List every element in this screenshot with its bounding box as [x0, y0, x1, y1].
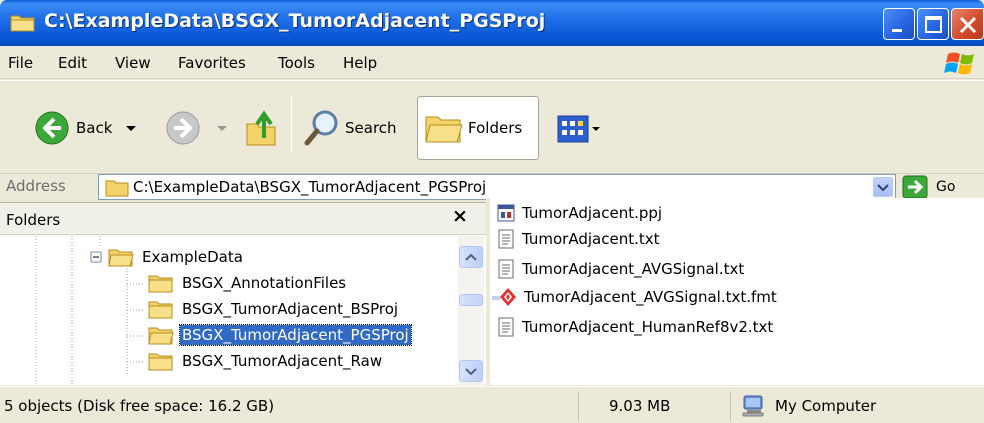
- folder-icon: [105, 180, 129, 197]
- folder-icon: [10, 15, 35, 32]
- menu-file[interactable]: File: [8, 54, 33, 72]
- file-name: TumorAdjacent_AVGSignal.txt: [522, 260, 745, 278]
- folders-pane-title: Folders: [6, 211, 61, 229]
- scroll-thumb[interactable]: [459, 294, 483, 306]
- folder-icon: [148, 275, 173, 293]
- folders-button[interactable]: Folders: [417, 96, 539, 160]
- chevron-down-icon: [465, 368, 477, 376]
- status-summary-cell: 5 objects (Disk free space: 16.2 GB): [0, 391, 576, 421]
- folder-tree: ExampleData BSGX_AnnotationFiles BSGX_Tu…: [0, 236, 458, 386]
- up-folder-icon: [246, 110, 276, 146]
- up-folder-button[interactable]: [244, 108, 280, 148]
- menu-edit[interactable]: Edit: [58, 54, 87, 72]
- status-summary: 5 objects (Disk free space: 16.2 GB): [4, 397, 275, 415]
- menu-tools[interactable]: Tools: [278, 54, 315, 72]
- status-size-cell: 9.03 MB: [578, 391, 728, 421]
- folder-open-icon: [148, 327, 174, 345]
- chevron-down-icon: [217, 126, 227, 131]
- tree-item-label: BSGX_TumorAdjacent_Raw: [182, 352, 383, 370]
- tree-item-bsproj[interactable]: BSGX_TumorAdjacent_BSProj: [148, 296, 400, 322]
- address-dropdown-button[interactable]: [873, 177, 893, 197]
- file-list: TumorAdjacent.ppj TumorAdjacent.txt Tumo…: [490, 198, 984, 385]
- minimize-button[interactable]: [883, 8, 915, 40]
- scroll-up-button[interactable]: [459, 246, 483, 268]
- close-icon: [959, 16, 977, 34]
- file-name: TumorAdjacent.ppj: [522, 204, 663, 222]
- file-name: TumorAdjacent.txt: [522, 230, 660, 248]
- tree-item-annotationfiles[interactable]: BSGX_AnnotationFiles: [148, 270, 348, 296]
- tree-item-label: ExampleData: [142, 248, 243, 266]
- go-label: Go: [936, 179, 956, 195]
- maximize-button[interactable]: [917, 8, 949, 40]
- address-bar: Address C:\ExampleData\BSGX_TumorAdjacen…: [0, 173, 984, 201]
- views-grid-icon: [557, 115, 589, 143]
- folder-icon: [425, 116, 463, 143]
- minimize-icon: [892, 29, 902, 32]
- go-button[interactable]: Go: [902, 175, 955, 199]
- address-label: Address: [6, 177, 66, 195]
- chevron-down-icon: [877, 184, 889, 192]
- tree-item-exampledata[interactable]: ExampleData: [108, 244, 245, 270]
- back-label: Back: [76, 119, 113, 137]
- status-zone: My Computer: [775, 397, 877, 415]
- file-item[interactable]: TumorAdjacent.ppj: [496, 200, 662, 226]
- fmt-file-icon: [492, 288, 516, 306]
- chevron-down-icon: [126, 126, 137, 131]
- file-item[interactable]: TumorAdjacent.txt: [496, 226, 660, 252]
- forward-button[interactable]: [165, 110, 229, 146]
- menu-bar: File Edit View Favorites Tools Help: [0, 46, 984, 79]
- file-name: TumorAdjacent_AVGSignal.txt.fmt: [524, 288, 777, 306]
- maximize-icon: [925, 16, 942, 33]
- my-computer-icon: [742, 395, 764, 417]
- tree-item-label: BSGX_AnnotationFiles: [182, 274, 347, 292]
- text-file-icon: [498, 317, 514, 337]
- folders-pane: Folders × ExampleData BSGX_AnnotationFil…: [0, 202, 486, 386]
- views-button[interactable]: [557, 114, 601, 144]
- address-input[interactable]: C:\ExampleData\BSGX_TumorAdjacent_PGSPro…: [98, 174, 896, 200]
- toolbar-separator: [291, 96, 292, 152]
- window-title: C:\ExampleData\BSGX_TumorAdjacent_PGSPro…: [44, 10, 546, 32]
- close-icon[interactable]: ×: [452, 205, 468, 227]
- tree-item-pgsproj[interactable]: BSGX_TumorAdjacent_PGSProj: [148, 322, 412, 348]
- status-bar: 5 objects (Disk free space: 16.2 GB) 9.0…: [0, 386, 984, 423]
- file-name: TumorAdjacent_HumanRef8v2.txt: [522, 318, 774, 336]
- folder-icon: [148, 353, 173, 371]
- folders-scrollbar[interactable]: [458, 236, 484, 386]
- folder-icon: [148, 301, 173, 319]
- chevron-up-icon: [465, 253, 477, 261]
- title-bar[interactable]: C:\ExampleData\BSGX_TumorAdjacent_PGSPro…: [0, 0, 984, 46]
- tree-item-raw[interactable]: BSGX_TumorAdjacent_Raw: [148, 348, 384, 374]
- windows-logo-icon: [944, 52, 974, 75]
- text-file-icon: [498, 259, 514, 279]
- go-arrow-icon: [902, 175, 928, 199]
- tree-item-label: BSGX_TumorAdjacent_PGSProj: [179, 324, 412, 346]
- text-file-icon: [498, 229, 514, 249]
- ppj-file-icon: [497, 204, 515, 222]
- folders-pane-header: Folders ×: [0, 203, 486, 235]
- folder-open-icon: [108, 249, 134, 267]
- menu-view[interactable]: View: [115, 54, 151, 72]
- menu-help[interactable]: Help: [343, 54, 377, 72]
- search-button[interactable]: Search: [303, 108, 397, 148]
- back-button[interactable]: Back: [34, 110, 138, 146]
- scroll-down-button[interactable]: [459, 360, 483, 382]
- tree-item-label: BSGX_TumorAdjacent_BSProj: [182, 300, 399, 318]
- status-zone-cell: My Computer: [730, 391, 984, 421]
- search-icon: [304, 110, 338, 146]
- search-label: Search: [345, 119, 397, 137]
- forward-arrow-icon: [166, 111, 200, 145]
- back-arrow-icon: [35, 111, 69, 145]
- file-item[interactable]: TumorAdjacent_HumanRef8v2.txt: [496, 314, 773, 340]
- chevron-down-icon: [592, 127, 600, 131]
- close-button[interactable]: [951, 8, 984, 40]
- file-item[interactable]: TumorAdjacent_AVGSignal.txt: [496, 256, 744, 282]
- file-item[interactable]: TumorAdjacent_AVGSignal.txt.fmt: [492, 284, 777, 310]
- menu-favorites[interactable]: Favorites: [178, 54, 246, 72]
- address-value: C:\ExampleData\BSGX_TumorAdjacent_PGSPro…: [133, 178, 487, 196]
- folders-label: Folders: [468, 119, 523, 137]
- status-size: 9.03 MB: [609, 397, 671, 415]
